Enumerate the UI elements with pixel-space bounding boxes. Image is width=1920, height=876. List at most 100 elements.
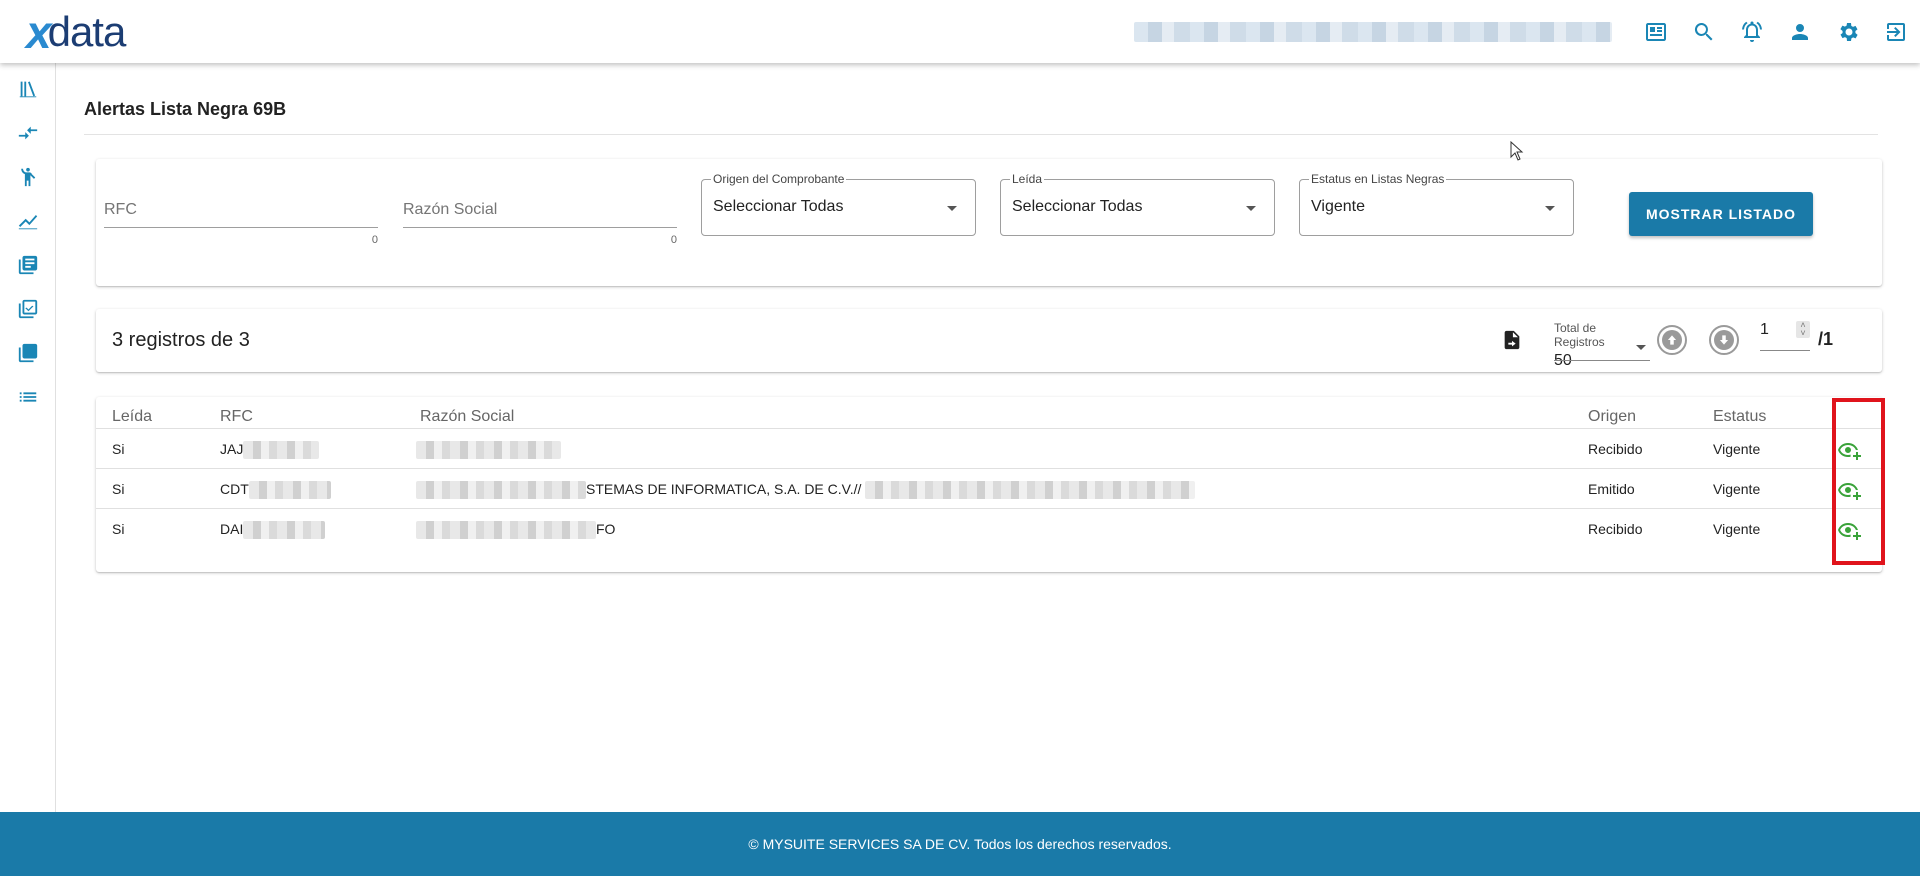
razon-social-underline (403, 227, 677, 228)
column-header-leida[interactable]: Leída (112, 408, 152, 426)
notifications-icon[interactable] (1728, 12, 1776, 52)
previous-page-button[interactable] (1657, 325, 1687, 355)
settings-icon[interactable] (1824, 12, 1872, 52)
arrow-down-icon (1714, 330, 1734, 350)
estatus-select-value: Vigente (1311, 198, 1365, 215)
redacted-block (416, 441, 561, 460)
total-registros-value: 50 (1554, 352, 1572, 369)
razon-social-char-count: 0 (670, 234, 677, 246)
table-row[interactable]: Si JAJ Recibido Vigente (96, 428, 1882, 468)
document-list-icon[interactable] (0, 243, 56, 287)
redacted-block (416, 521, 596, 540)
top-bar: x data (0, 0, 1920, 63)
results-table: Leída RFC Razón Social Origen Estatus Si… (96, 397, 1885, 572)
rfc-placeholder: RFC (104, 201, 137, 218)
leida-select[interactable]: Leída Seleccionar Todas (1000, 172, 1275, 236)
top-icon-bar (1632, 12, 1920, 52)
compare-arrows-icon[interactable] (0, 111, 56, 155)
redacted-block (243, 521, 326, 540)
page-title: Alertas Lista Negra 69B (84, 99, 287, 119)
cell-estatus: Vigente (1713, 441, 1761, 457)
view-detail-icon[interactable] (1837, 478, 1863, 502)
records-count: 3 registros de 3 (112, 329, 250, 351)
dropdown-arrow-icon (947, 206, 957, 211)
logout-icon[interactable] (1872, 12, 1920, 52)
origen-select[interactable]: Origen del Comprobante Seleccionar Todas (701, 172, 976, 236)
page-total: /1 (1818, 329, 1834, 349)
column-header-estatus[interactable]: Estatus (1713, 408, 1766, 426)
cell-leida: Si (112, 481, 125, 497)
view-detail-icon[interactable] (1837, 438, 1863, 462)
app-logo[interactable]: x data (26, 6, 127, 58)
table-row[interactable]: Si DAI FO Recibido Vigente (96, 508, 1882, 548)
razon-social-field[interactable]: Razón Social 0 (403, 199, 677, 246)
origen-select-value: Seleccionar Todas (713, 198, 844, 215)
cell-rfc: JAJ (220, 441, 320, 460)
cell-leida: Si (112, 441, 125, 457)
dropdown-arrow-icon (1636, 345, 1646, 350)
rfc-field[interactable]: RFC 0 (104, 199, 378, 246)
cell-rfc-visible: CDT (220, 481, 249, 497)
cell-razon-social: FO (416, 521, 616, 540)
footer: © MYSUITE SERVICES SA DE CV. Todos los d… (0, 812, 1920, 876)
cell-rfc: CDT (220, 481, 331, 500)
cell-rfc-visible: DAI (220, 521, 244, 537)
column-header-rfc[interactable]: RFC (220, 408, 253, 426)
cell-origen: Recibido (1588, 441, 1643, 457)
rfc-char-count: 0 (371, 234, 378, 246)
cell-razon-visible: FO (596, 521, 616, 537)
column-header-origen[interactable]: Origen (1588, 408, 1636, 426)
page-number-input[interactable]: 1 ˄ ˅ (1760, 321, 1810, 351)
search-icon[interactable] (1680, 12, 1728, 52)
trending-up-icon[interactable] (0, 199, 56, 243)
cell-estatus: Vigente (1713, 521, 1761, 537)
dropdown-arrow-icon (1246, 206, 1256, 211)
results-summary-bar: 3 registros de 3 Total de Registros 50 1… (96, 309, 1882, 372)
footer-copyright: © MYSUITE SERVICES SA DE CV. Todos los d… (748, 836, 1172, 852)
cell-leida: Si (112, 521, 125, 537)
collections-icon[interactable] (0, 331, 56, 375)
origen-select-label: Origen del Comprobante (711, 172, 847, 186)
cell-rfc: DAI (220, 521, 326, 540)
list-icon[interactable] (0, 375, 56, 419)
total-registros-underline (1554, 360, 1650, 361)
estatus-select[interactable]: Estatus en Listas Negras Vigente (1299, 172, 1574, 236)
cell-origen: Recibido (1588, 521, 1643, 537)
leida-select-label: Leída (1010, 172, 1045, 186)
user-info-redacted (1134, 22, 1612, 42)
cell-razon-visible: STEMAS DE INFORMATICA, S.A. DE C.V.// (586, 481, 866, 497)
title-divider (84, 134, 1878, 135)
cell-razon-social (416, 441, 561, 460)
razon-social-placeholder: Razón Social (403, 201, 498, 218)
cell-rfc-visible: JAJ (220, 441, 244, 457)
mostrar-listado-button[interactable]: MOSTRAR LISTADO (1629, 192, 1813, 236)
user-icon[interactable] (1776, 12, 1824, 52)
page-spinner-icon[interactable]: ˄ ˅ (1796, 321, 1810, 338)
redacted-block (248, 481, 331, 500)
view-detail-icon[interactable] (1837, 518, 1863, 542)
library-icon[interactable] (0, 67, 56, 111)
table-row[interactable]: Si CDT STEMAS DE INFORMATICA, S.A. DE C.… (96, 468, 1882, 508)
column-header-razon-social[interactable]: Razón Social (420, 408, 514, 426)
rfc-underline (104, 227, 378, 228)
redacted-block (865, 481, 1196, 500)
logo-mark: x (26, 6, 52, 58)
page-input-underline (1760, 350, 1810, 351)
redacted-block (416, 481, 586, 500)
cell-estatus: Vigente (1713, 481, 1761, 497)
accessibility-icon[interactable] (0, 155, 56, 199)
logo-word: data (47, 8, 127, 55)
sidebar (0, 63, 56, 812)
redacted-block (243, 441, 320, 460)
next-page-button[interactable] (1709, 325, 1739, 355)
export-file-icon[interactable] (1501, 329, 1523, 351)
cell-razon-social: STEMAS DE INFORMATICA, S.A. DE C.V.// (416, 481, 1196, 500)
cell-origen: Emitido (1588, 481, 1635, 497)
profile-card-icon[interactable] (1632, 12, 1680, 52)
total-registros-select[interactable]: Total de Registros 50 (1554, 321, 1650, 369)
filter-panel: RFC 0 Razón Social 0 Origen del Comproba… (96, 159, 1882, 286)
estatus-select-label: Estatus en Listas Negras (1309, 172, 1447, 186)
copy-check-icon[interactable] (0, 287, 56, 331)
dropdown-arrow-icon (1545, 206, 1555, 211)
arrow-up-icon (1662, 330, 1682, 350)
